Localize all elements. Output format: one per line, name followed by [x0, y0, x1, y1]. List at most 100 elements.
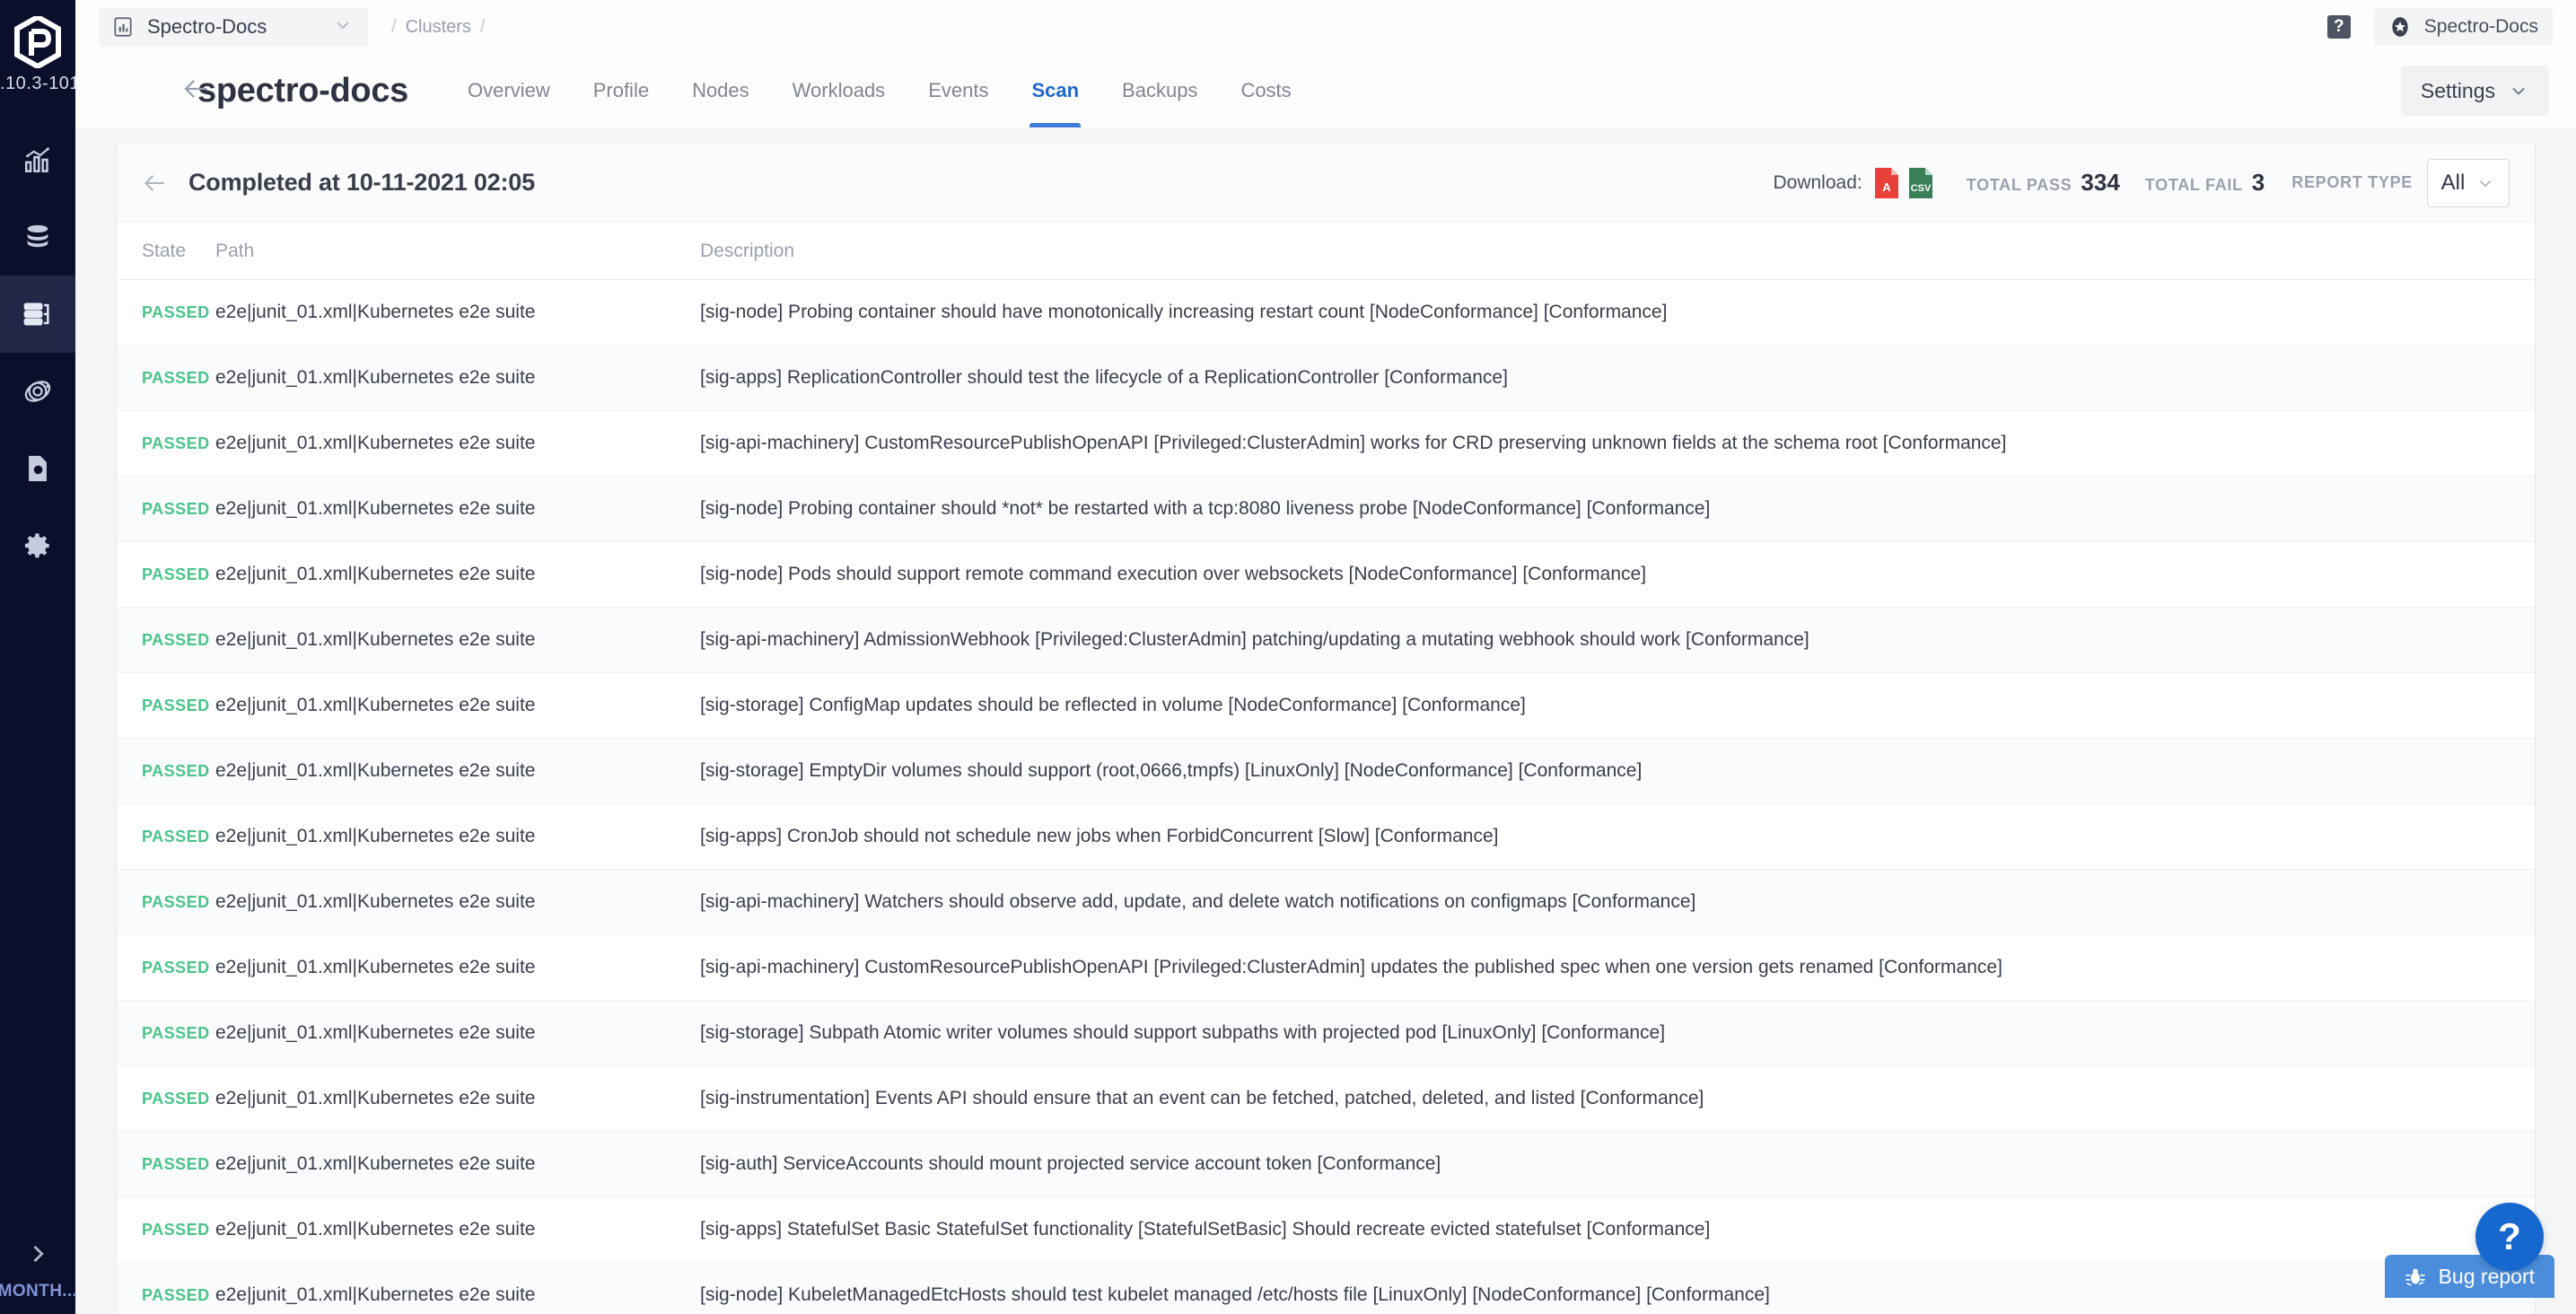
column-header-state: State	[117, 241, 215, 262]
total-fail-label: TOTAL FAIL	[2145, 176, 2243, 195]
chevron-down-icon	[2475, 173, 2495, 193]
row-description-cell: [sig-apps] ReplicationController should …	[700, 367, 2535, 389]
scan-tools: Download: A CSV	[1773, 159, 2510, 207]
tab-overview[interactable]: Overview	[446, 54, 572, 127]
table-row[interactable]: PASSEDe2e|junit_01.xml|Kubernetes e2e su…	[117, 608, 2535, 673]
status-badge: PASSED	[142, 1024, 210, 1042]
table-row[interactable]: PASSED e2e|junit_01.xml|Kubernetes e2e su…	[117, 1001, 2535, 1066]
project-selector[interactable]: Spectro-Docs	[99, 7, 368, 47]
row-state-cell: PASSED	[117, 565, 215, 584]
table-row[interactable]: PASSEDe2e|junit_01.xml|Kubernetes e2e su…	[117, 1263, 2535, 1314]
status-badge: PASSED	[142, 565, 210, 583]
table-row[interactable]: PASSEDe2e|junit_01.xml|Kubernetes e2e su…	[117, 1132, 2535, 1197]
breadcrumb-item-clusters[interactable]: Clusters	[406, 17, 471, 38]
row-path-cell: e2e|junit_01.xml|Kubernetes e2e suite	[215, 1022, 700, 1044]
table-row[interactable]: PASSEDe2e|junit_01.xml|Kubernetes e2e su…	[117, 739, 2535, 804]
row-path-cell: e2e|junit_01.xml|Kubernetes e2e suite	[215, 498, 700, 520]
cluster-header: spectro-docs Overview Profile Nodes Work…	[75, 54, 2576, 127]
gear-icon	[22, 530, 53, 561]
table-header: State Path Description	[117, 223, 2535, 280]
project-name: Spectro-Docs	[147, 15, 267, 39]
scan-back-button[interactable]	[142, 170, 169, 197]
status-badge: PASSED	[142, 303, 210, 321]
row-description-cell: [sig-instrumentation] Events API should …	[700, 1088, 2535, 1109]
left-sidebar: .10.3-101121	[0, 0, 75, 1314]
tab-backups[interactable]: Backups	[1100, 54, 1219, 127]
row-state-cell: PASSED	[117, 762, 215, 781]
status-badge: PASSED	[142, 959, 210, 977]
table-row[interactable]: PASSEDe2e|junit_01.xml|Kubernetes e2e su…	[117, 870, 2535, 935]
row-state-cell: PASSED	[117, 828, 215, 846]
row-path-cell: e2e|junit_01.xml|Kubernetes e2e suite	[215, 564, 700, 585]
cluster-back-button[interactable]	[181, 74, 212, 109]
sidebar-nav	[0, 121, 75, 584]
table-row[interactable]: PASSED e2e|junit_01.xml|Kubernetes e2e su…	[117, 477, 2535, 542]
table-row[interactable]: PASSEDe2e|junit_01.xml|Kubernetes e2e su…	[117, 411, 2535, 477]
app-root: .10.3-101121	[0, 0, 2576, 1314]
tab-scan[interactable]: Scan	[1010, 54, 1100, 127]
app-logo[interactable]	[0, 0, 75, 77]
pdf-download-icon[interactable]: A	[1873, 167, 1900, 199]
sidebar-expand-button[interactable]	[25, 1241, 50, 1271]
chart-bars-icon	[22, 145, 53, 175]
row-description-cell: [sig-node] Probing container should *not…	[700, 498, 2535, 520]
row-state-cell: PASSED	[117, 893, 215, 912]
sidebar-item-audit-logs[interactable]	[0, 430, 75, 507]
sidebar-item-cluster-profiles[interactable]	[0, 353, 75, 430]
row-description-cell: [sig-apps] StatefulSet Basic StatefulSet…	[700, 1219, 2535, 1240]
row-description-cell: [sig-api-machinery] CustomResourcePublis…	[700, 433, 2535, 454]
servers-icon	[22, 299, 53, 329]
sidebar-item-dashboard[interactable]	[0, 121, 75, 198]
table-row[interactable]: PASSED e2e|junit_01.xml|Kubernetes e2e su…	[117, 542, 2535, 608]
row-description-cell: [sig-apps] CronJob should not schedule n…	[700, 826, 2535, 847]
settings-label: Settings	[2421, 79, 2495, 103]
help-button[interactable]: ?	[2327, 15, 2351, 39]
pdf-file-icon: A	[1873, 167, 1900, 199]
row-path-cell: e2e|junit_01.xml|Kubernetes e2e suite	[215, 367, 700, 389]
breadcrumb-separator-1: /	[391, 17, 397, 38]
top-bar: Spectro-Docs / Clusters / ?	[75, 0, 2576, 54]
row-description-cell: [sig-auth] ServiceAccounts should mount …	[700, 1153, 2535, 1175]
row-description-cell: [sig-storage] EmptyDir volumes should su…	[700, 760, 2535, 782]
row-state-cell: PASSED	[117, 1090, 215, 1108]
sidebar-item-projects[interactable]	[0, 198, 75, 276]
chevron-down-icon	[332, 14, 354, 36]
question-circle-icon: ?	[2498, 1215, 2521, 1258]
column-header-path: Path	[215, 241, 700, 262]
chevron-down-icon	[2508, 80, 2529, 101]
table-row[interactable]: PASSEDe2e|junit_01.xml|Kubernetes e2e su…	[117, 935, 2535, 1001]
row-description-cell: [sig-storage] ConfigMap updates should b…	[700, 695, 2535, 716]
table-row[interactable]: PASSEDe2e|junit_01.xml|Kubernetes e2e su…	[117, 1197, 2535, 1263]
row-path-cell: e2e|junit_01.xml|Kubernetes e2e suite	[215, 826, 700, 847]
tab-workloads[interactable]: Workloads	[771, 54, 907, 127]
table-row[interactable]: PASSEDe2e|junit_01.xml|Kubernetes e2e su…	[117, 280, 2535, 346]
total-fail-value: 3	[2252, 169, 2265, 197]
status-badge: PASSED	[142, 696, 210, 714]
report-type-select[interactable]: All	[2427, 159, 2510, 207]
table-row[interactable]: PASSEDe2e|junit_01.xml|Kubernetes e2e su…	[117, 673, 2535, 739]
sidebar-item-clusters[interactable]	[0, 276, 75, 353]
sidebar-item-settings[interactable]	[0, 507, 75, 584]
arrow-left-icon	[142, 170, 169, 197]
table-row[interactable]: PASSEDe2e|junit_01.xml|Kubernetes e2e su…	[117, 346, 2535, 411]
sidebar-footer: MONTH...	[0, 1241, 75, 1301]
settings-button[interactable]: Settings	[2401, 66, 2549, 116]
row-description-cell: [sig-node] Pods should support remote co…	[700, 564, 2535, 585]
tab-costs[interactable]: Costs	[1219, 54, 1312, 127]
help-fab-button[interactable]: ?	[2475, 1203, 2544, 1271]
status-badge: PASSED	[142, 1286, 210, 1304]
user-menu[interactable]: Spectro-Docs	[2374, 8, 2553, 46]
status-badge: PASSED	[142, 500, 210, 518]
download-label: Download:	[1773, 172, 1862, 194]
row-state-cell: PASSED	[117, 369, 215, 388]
table-row[interactable]: PASSEDe2e|junit_01.xml|Kubernetes e2e su…	[117, 804, 2535, 870]
tab-nodes[interactable]: Nodes	[670, 54, 771, 127]
row-state-cell: PASSED	[117, 500, 215, 519]
tab-profile[interactable]: Profile	[572, 54, 670, 127]
table-row[interactable]: PASSEDe2e|junit_01.xml|Kubernetes e2e su…	[117, 1066, 2535, 1132]
row-state-cell: PASSED	[117, 303, 215, 322]
breadcrumb-separator-2: /	[480, 17, 486, 38]
csv-download-icon[interactable]: CSV	[1907, 167, 1934, 199]
row-path-cell: e2e|junit_01.xml|Kubernetes e2e suite	[215, 1088, 700, 1109]
tab-events[interactable]: Events	[907, 54, 1010, 127]
